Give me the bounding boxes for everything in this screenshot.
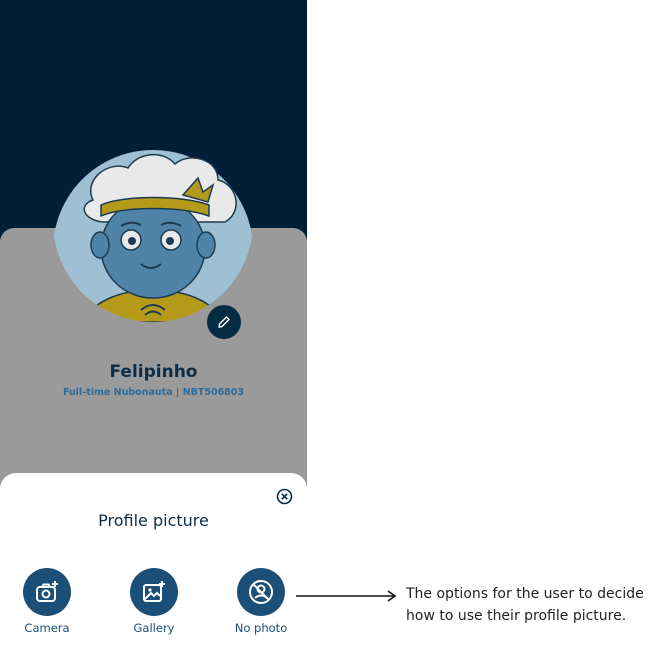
annotation-text: The options for the user to decide how t… [406, 586, 644, 624]
close-icon [276, 488, 293, 505]
gallery-option[interactable]: Gallery [119, 568, 189, 635]
no-photo-option-label: No photo [234, 621, 288, 635]
profile-name: Felipinho [109, 362, 198, 382]
phone-screen: Felipinho Full-time Nubonauta | NBT50680… [0, 0, 307, 663]
camera-option-label: Camera [24, 621, 70, 635]
sheet-title: Profile picture [98, 511, 209, 530]
no-photo-option[interactable]: No photo [226, 568, 296, 635]
profile-role: Full-time Nubonauta | NBT506803 [62, 387, 245, 398]
annotation-arrow [296, 590, 397, 602]
camera-add-icon [36, 581, 58, 602]
close-button[interactable] [276, 488, 293, 505]
no-photo-icon [249, 580, 273, 604]
camera-option[interactable]: Camera [12, 568, 82, 635]
pencil-icon [218, 316, 230, 328]
profile-picture-sheet: Profile picture Camera Gallery No photo [0, 473, 307, 663]
gallery-option-label: Gallery [133, 621, 175, 635]
image-add-icon [143, 581, 165, 602]
edit-avatar-button[interactable] [207, 305, 241, 339]
